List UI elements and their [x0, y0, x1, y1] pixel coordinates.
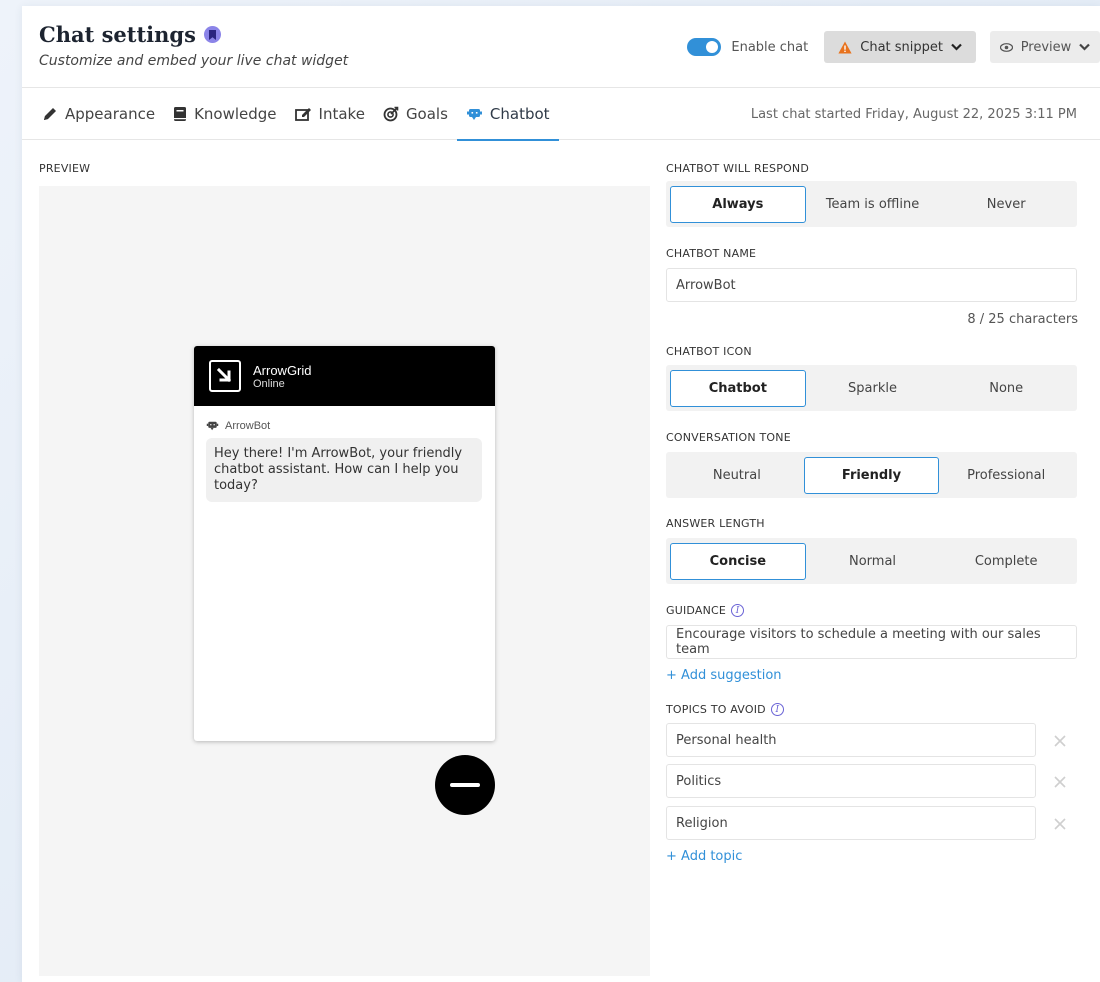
bot-message-bubble: Hey there! I'm ArrowBot, your friendly c…	[206, 438, 482, 502]
enable-chat-toggle[interactable]	[687, 38, 722, 56]
respond-option-never[interactable]: Never	[939, 186, 1073, 223]
topic-input[interactable]: Personal health	[666, 723, 1036, 757]
chat-settings-page: Chat settings Customize and embed your l…	[22, 6, 1100, 982]
topics-label: TOPICS TO AVOID	[666, 703, 766, 716]
chatbot-icon	[206, 421, 219, 431]
title-row: Chat settings	[39, 22, 221, 47]
tone-option-professional[interactable]: Professional	[939, 457, 1073, 494]
enable-chat-control: Enable chat	[687, 38, 808, 56]
answer-length-label: ANSWER LENGTH	[666, 517, 765, 530]
widget-status: Online	[253, 377, 285, 390]
tone-option-neutral[interactable]: Neutral	[670, 457, 804, 494]
tab-bar: Appearance Knowledge Intake Goals Chatbo…	[22, 88, 1100, 141]
preview-area: ArrowGrid Online ArrowBot Hey there! I'm…	[39, 186, 650, 976]
respond-option-team-offline[interactable]: Team is offline	[806, 186, 940, 223]
edit-form-icon	[294, 108, 311, 121]
chat-widget-preview: ArrowGrid Online ArrowBot Hey there! I'm…	[194, 346, 495, 741]
answer-length-selector: Concise Normal Complete	[666, 538, 1077, 584]
tab-label: Appearance	[65, 105, 156, 123]
widget-name: ArrowGrid	[253, 362, 312, 378]
guidance-label: GUIDANCE	[666, 604, 727, 617]
add-topic-link[interactable]: + Add topic	[666, 849, 742, 864]
icon-option-chatbot[interactable]: Chatbot	[670, 369, 806, 407]
chevron-down-icon	[1079, 43, 1091, 51]
length-option-normal[interactable]: Normal	[806, 543, 940, 580]
chatbot-icon-label: CHATBOT ICON	[666, 345, 752, 358]
tab-label: Intake	[318, 105, 365, 123]
respond-option-always[interactable]: Always	[670, 185, 806, 223]
close-icon[interactable]	[1053, 775, 1067, 789]
tab-goals[interactable]: Goals	[374, 88, 457, 140]
minimize-icon	[450, 783, 480, 787]
chatbot-name-input[interactable]: ArrowBot	[666, 268, 1077, 302]
icon-option-sparkle[interactable]: Sparkle	[806, 370, 940, 407]
widget-identity: ArrowGrid Online	[253, 363, 312, 390]
chat-snippet-label: Chat snippet	[860, 39, 943, 55]
close-icon[interactable]	[1053, 817, 1067, 831]
length-option-concise[interactable]: Concise	[670, 542, 806, 580]
respond-selector: Always Team is offline Never	[666, 181, 1077, 227]
settings-tabs: Appearance Knowledge Intake Goals Chatbo…	[40, 88, 559, 141]
topics-heading: TOPICS TO AVOID i	[666, 703, 784, 716]
tone-label: CONVERSATION TONE	[666, 431, 791, 444]
close-icon[interactable]	[1053, 734, 1067, 748]
bot-name-row: ArrowBot	[206, 420, 495, 432]
bot-name: ArrowBot	[225, 420, 271, 432]
eye-icon	[999, 42, 1013, 52]
character-count: 8 / 25 characters	[967, 312, 1078, 327]
tab-appearance[interactable]: Appearance	[40, 88, 164, 140]
guidance-input[interactable]: Encourage visitors to schedule a meeting…	[666, 625, 1077, 659]
page-header: Chat settings Customize and embed your l…	[22, 6, 1100, 88]
icon-option-none[interactable]: None	[939, 370, 1073, 407]
page-title: Chat settings	[39, 22, 196, 47]
chatbot-icon	[466, 108, 482, 120]
widget-header: ArrowGrid Online	[194, 346, 495, 406]
info-icon[interactable]: i	[731, 604, 745, 617]
tone-selector: Neutral Friendly Professional	[666, 452, 1077, 498]
preview-button[interactable]: Preview	[990, 31, 1100, 63]
respond-label: CHATBOT WILL RESPOND	[666, 162, 810, 175]
page-subtitle: Customize and embed your live chat widge…	[39, 53, 349, 69]
pencil-icon	[44, 108, 56, 120]
tab-intake[interactable]: Intake	[286, 88, 374, 140]
header-actions: Enable chat Chat snippet Preview	[687, 31, 1100, 63]
chat-snippet-button[interactable]: Chat snippet	[824, 31, 976, 63]
warning-icon	[838, 41, 852, 53]
tab-chatbot[interactable]: Chatbot	[456, 88, 559, 141]
add-suggestion-link[interactable]: + Add suggestion	[666, 668, 782, 683]
target-icon	[383, 106, 399, 122]
chevron-down-icon	[951, 43, 962, 51]
tab-label: Chatbot	[489, 105, 550, 123]
topic-input[interactable]: Politics	[666, 764, 1036, 798]
tab-knowledge[interactable]: Knowledge	[164, 88, 285, 140]
topic-input[interactable]: Religion	[666, 806, 1036, 840]
guidance-heading: GUIDANCE i	[666, 604, 745, 617]
book-icon	[174, 107, 187, 121]
info-icon[interactable]: i	[770, 703, 784, 716]
tone-option-friendly[interactable]: Friendly	[803, 456, 940, 494]
arrowgrid-logo-icon	[209, 360, 241, 392]
chatbot-name-label: CHATBOT NAME	[666, 247, 757, 260]
last-chat-timestamp: Last chat started Friday, August 22, 202…	[750, 107, 1077, 122]
enable-chat-label: Enable chat	[731, 39, 809, 55]
length-option-complete[interactable]: Complete	[939, 543, 1073, 580]
preview-label: Preview	[1020, 39, 1072, 55]
chat-launcher-button[interactable]	[435, 755, 495, 815]
chatbot-icon-selector: Chatbot Sparkle None	[666, 365, 1077, 411]
tab-label: Goals	[405, 105, 448, 123]
tab-label: Knowledge	[194, 105, 277, 123]
preview-section-label: PREVIEW	[39, 162, 91, 175]
bookmark-icon	[203, 26, 221, 43]
